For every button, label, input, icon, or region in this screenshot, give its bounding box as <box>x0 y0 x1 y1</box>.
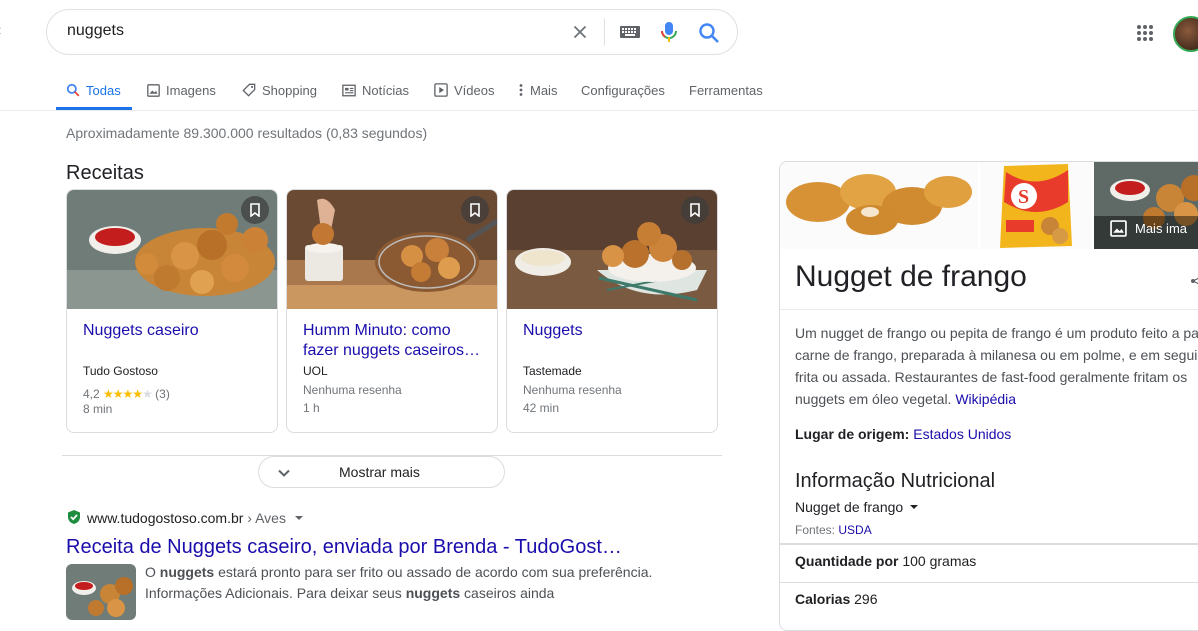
wikipedia-link[interactable]: Wikipédia <box>955 391 1016 407</box>
caret-down-icon[interactable] <box>294 513 304 523</box>
verified-shield-icon <box>68 510 80 524</box>
tab-shopping[interactable]: Shopping <box>242 80 317 100</box>
tab-imagens[interactable]: Imagens <box>147 80 216 100</box>
quantity-row: Quantidade por 100 gramas <box>795 553 977 569</box>
recipe-card[interactable]: Humm Minuto: como fazer nuggets caseiros… <box>286 189 498 433</box>
more-vert-icon <box>519 84 523 96</box>
microphone-icon[interactable] <box>659 20 679 44</box>
review-count: Nenhuma resenha <box>303 383 402 397</box>
recipe-time: 8 min <box>83 402 113 416</box>
recipe-title[interactable]: Humm Minuto: como fazer nuggets caseiros… <box>303 321 487 361</box>
recipe-rating: 4,2 ★★★★★ (3) <box>83 387 170 401</box>
tab-label: Todas <box>86 82 121 98</box>
news-icon <box>342 84 356 96</box>
rating-value: 4,2 <box>83 387 100 401</box>
tab-videos[interactable]: Vídeos <box>434 80 494 100</box>
search-icon <box>66 83 80 97</box>
tab-label: Vídeos <box>454 82 495 98</box>
search-divider <box>604 18 605 46</box>
result-domain: www.tudogostoso.com.br <box>87 510 244 526</box>
result-snippet: O nuggets estará pronto para ser frito o… <box>145 564 653 601</box>
star-rating-icon: ★★★★★ <box>103 387 153 401</box>
tabs-divider <box>0 110 1198 111</box>
svg-text:S: S <box>1018 186 1029 208</box>
nutrition-sources: Fontes: USDA <box>795 523 872 537</box>
tab-label: Ferramentas <box>689 82 763 98</box>
origin-label: Lugar de origem: <box>795 426 910 442</box>
tab-configuracoes[interactable]: Configurações <box>581 80 665 100</box>
tab-label: Mais <box>530 82 558 98</box>
back-arrow-icon[interactable]: ‹ <box>0 22 1 40</box>
tab-label: Imagens <box>166 82 216 98</box>
recipe-title[interactable]: Nuggets caseiro <box>83 321 267 341</box>
show-more-label: Mostrar mais <box>339 464 420 480</box>
recipe-source: Tudo Gostoso <box>83 364 158 378</box>
recipe-source: Tastemade <box>523 364 582 378</box>
bookmark-button[interactable] <box>681 196 709 224</box>
usda-link[interactable]: USDA <box>838 523 871 537</box>
result-thumbnail[interactable] <box>66 564 136 620</box>
nutrition-item-label: Nugget de frango <box>795 499 904 515</box>
tab-noticias[interactable]: Notícias <box>342 80 409 100</box>
more-images-label: Mais ima <box>1135 221 1188 236</box>
nutrition-divider <box>780 543 1198 545</box>
tag-icon <box>242 83 256 97</box>
review-count: (3) <box>155 387 170 401</box>
search-box[interactable]: nuggets <box>46 9 738 55</box>
bookmark-button[interactable] <box>461 196 489 224</box>
play-icon <box>434 83 448 97</box>
result-stats: Aproximadamente 89.300.000 resultados (0… <box>66 125 428 141</box>
tab-label: Notícias <box>362 82 409 98</box>
clear-icon[interactable] <box>569 21 591 43</box>
recipe-source: UOL <box>303 364 328 378</box>
review-count: Nenhuma resenha <box>523 383 622 397</box>
calories-row: Calorias 296 <box>795 591 878 607</box>
search-input[interactable]: nuggets <box>67 22 547 44</box>
panel-description: Um nugget de frango ou pepita de frango … <box>795 325 1198 407</box>
tab-label: Configurações <box>581 82 665 98</box>
bookmark-icon <box>470 203 480 217</box>
tab-todas[interactable]: Todas <box>66 80 121 100</box>
apps-grid-icon[interactable] <box>1136 24 1154 42</box>
nutrition-item-select[interactable]: Nugget de frango <box>795 499 919 515</box>
search-icon[interactable] <box>697 21 721 45</box>
bookmark-icon <box>690 203 700 217</box>
tab-label: Shopping <box>262 82 317 98</box>
result-title-link[interactable]: Receita de Nuggets caseiro, enviada por … <box>66 536 622 559</box>
recipe-title[interactable]: Nuggets <box>523 321 707 341</box>
caret-down-icon <box>910 505 919 509</box>
show-more-button[interactable]: Mostrar mais <box>258 456 505 488</box>
keyboard-icon[interactable] <box>619 23 641 41</box>
panel-image-nuggets[interactable] <box>780 162 978 249</box>
recipe-time: 1 h <box>303 401 320 415</box>
avatar[interactable] <box>1173 16 1198 52</box>
tab-mais[interactable]: Mais <box>518 80 557 100</box>
result-url[interactable]: www.tudogostoso.com.br › Aves <box>87 510 304 526</box>
more-images-button[interactable]: Mais ima <box>1110 220 1187 237</box>
origin-row: Lugar de origem: Estados Unidos <box>795 426 1011 442</box>
panel-divider <box>780 309 1198 310</box>
panel-image-package[interactable]: S <box>980 162 1092 249</box>
chevron-down-icon <box>278 469 290 477</box>
image-icon <box>147 83 160 97</box>
bookmark-button[interactable] <box>241 196 269 224</box>
recipe-card[interactable]: Nuggets caseiro Tudo Gostoso 4,2 ★★★★★ (… <box>66 189 278 433</box>
recipes-heading: Receitas <box>66 162 144 184</box>
nutrition-row-divider <box>780 582 1198 583</box>
bookmark-icon <box>250 203 260 217</box>
recipe-time: 42 min <box>523 401 560 415</box>
share-icon[interactable] <box>1190 274 1198 288</box>
knowledge-panel: S Mais ima Nugget de frango Um nugget de… <box>779 161 1198 631</box>
nutrition-heading: Informação Nutricional <box>795 470 996 492</box>
origin-link[interactable]: Estados Unidos <box>913 426 1011 442</box>
image-icon <box>1110 220 1127 237</box>
tab-ferramentas[interactable]: Ferramentas <box>689 80 763 100</box>
result-breadcrumb: › Aves <box>247 510 286 526</box>
panel-title: Nugget de frango <box>795 260 1027 293</box>
recipe-card[interactable]: Nuggets Tastemade Nenhuma resenha 42 min <box>506 189 718 433</box>
